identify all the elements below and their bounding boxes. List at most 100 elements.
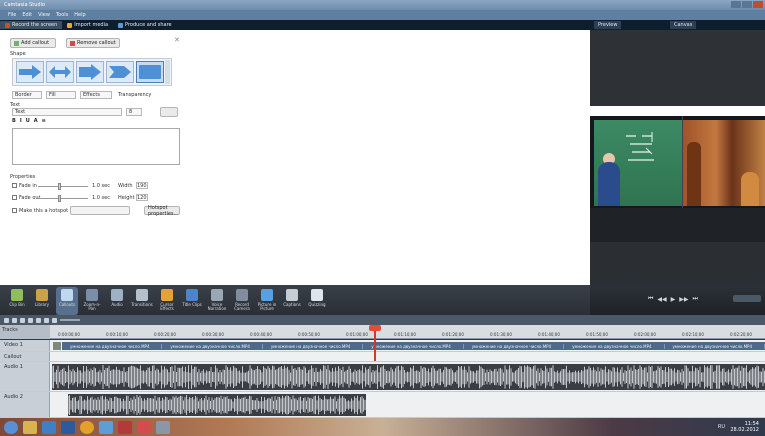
timeline-ruler[interactable]: Tracks 0:00:00;00 0:00:10;00 0:00:20;00 0:0…	[0, 325, 765, 339]
recorder-icon[interactable]	[137, 420, 151, 434]
hotspot-properties-button[interactable]: Hotspot properties...	[144, 205, 180, 217]
redo-icon[interactable]	[12, 317, 17, 323]
record-camera-icon	[236, 289, 248, 301]
font-color-button[interactable]: A	[34, 118, 38, 124]
audio2-track-header[interactable]: Audio 2	[0, 392, 50, 417]
effects-dropdown[interactable]: Effects	[80, 91, 112, 99]
menu-help[interactable]: Help	[74, 12, 85, 18]
menu-tools[interactable]: Tools	[56, 12, 68, 18]
video-track-header[interactable]: Video 1	[0, 340, 50, 351]
video-clip[interactable]: умножение на двузначное число.MP4 умножен…	[62, 342, 765, 350]
audio1-waveform[interactable]	[52, 364, 765, 390]
shape-double-arrow-icon[interactable]	[46, 61, 74, 83]
fade-out-knob[interactable]	[58, 195, 61, 202]
clip-thumbnail[interactable]	[53, 342, 61, 350]
underline-button[interactable]: U	[26, 118, 30, 124]
callout-track-header[interactable]: Callout	[0, 352, 50, 361]
audio1-track-header[interactable]: Audio 1	[0, 362, 50, 391]
previous-clip-icon[interactable]: ⏮	[648, 295, 653, 303]
fill-dropdown[interactable]: Fill	[46, 91, 76, 99]
clock[interactable]: 11:54 28.02.2012	[730, 421, 759, 433]
playhead[interactable]	[369, 325, 381, 361]
app-icon[interactable]	[99, 420, 113, 434]
tool-captions[interactable]: Captions	[281, 287, 303, 315]
shape-arrow-right-icon[interactable]	[16, 61, 44, 83]
tool-zoom-n-pan[interactable]: Zoom-n-Pan	[81, 287, 103, 315]
tab-produce[interactable]: Produce and share	[113, 21, 177, 29]
shape-scrollbar[interactable]	[165, 60, 170, 84]
camtasia-icon[interactable]	[118, 420, 132, 434]
language-indicator[interactable]: RU	[718, 424, 725, 430]
callout-text-input[interactable]	[12, 128, 180, 165]
hotspot-checkbox[interactable]	[12, 208, 17, 213]
tab-canvas[interactable]: Canvas	[670, 21, 697, 29]
height-field[interactable]: 120	[136, 194, 148, 201]
menu-edit[interactable]: Edit	[22, 12, 32, 18]
cut-icon[interactable]	[20, 317, 25, 323]
fade-in-slider[interactable]	[38, 183, 88, 190]
chrome-icon[interactable]	[80, 420, 94, 434]
forward-icon[interactable]: ▶▶	[679, 296, 688, 303]
align-button[interactable]: ≡	[42, 118, 46, 124]
hotspot-field[interactable]	[70, 206, 130, 215]
fade-in-checkbox[interactable]	[12, 183, 17, 188]
fade-out-value: 1.0 sec	[92, 195, 110, 201]
media-icon[interactable]	[61, 420, 75, 434]
next-clip-icon[interactable]: ⏭	[693, 295, 698, 303]
fade-out-slider[interactable]	[38, 195, 88, 202]
tool-label: Picture in Picture	[257, 302, 277, 311]
shape-chevron-icon[interactable]	[106, 61, 134, 83]
tool-record-camera[interactable]: Record Camera	[231, 287, 253, 315]
minimize-button[interactable]	[731, 1, 741, 8]
tool-picture-in-picture[interactable]: Picture in Picture	[256, 287, 278, 315]
tool-transitions[interactable]: Transitions	[131, 287, 153, 315]
tool-callouts[interactable]: Callouts	[56, 287, 78, 315]
close-panel-icon[interactable]: ✕	[174, 36, 180, 44]
font-dropdown[interactable]: Text	[12, 108, 122, 116]
zoom-slider[interactable]	[60, 319, 80, 321]
ruler-tick: 0:01:10;00	[394, 332, 416, 337]
tool-clip-bin[interactable]: Clip Bin	[6, 287, 28, 315]
tool-label: Audio	[111, 302, 123, 307]
play-icon[interactable]: ▶	[671, 296, 676, 303]
audio2-waveform[interactable]	[68, 394, 366, 416]
rewind-icon[interactable]: ◀◀	[657, 296, 666, 303]
tool-quizzing[interactable]: Quizzing	[306, 287, 328, 315]
menu-file[interactable]: File	[8, 12, 16, 18]
undo-icon[interactable]	[4, 317, 9, 323]
explorer-icon[interactable]	[23, 420, 37, 434]
tab-import[interactable]: Import media	[62, 21, 113, 29]
tool-title-clips[interactable]: Title Clips	[181, 287, 203, 315]
close-button[interactable]	[753, 1, 763, 8]
fade-in-knob[interactable]	[58, 183, 61, 190]
tool-cursor-effects[interactable]: Cursor Effects	[156, 287, 178, 315]
folder-icon[interactable]	[156, 420, 170, 434]
paste-icon[interactable]	[44, 317, 49, 323]
menu-view[interactable]: View	[38, 12, 50, 18]
shape-rectangle-icon[interactable]	[136, 61, 164, 83]
ie-icon[interactable]	[42, 420, 56, 434]
width-field[interactable]: 190	[136, 182, 148, 189]
tab-preview[interactable]: Preview	[594, 21, 622, 29]
split-icon[interactable]	[28, 317, 33, 323]
quizzing-icon	[311, 289, 323, 301]
zoom-icon[interactable]	[52, 317, 57, 323]
fade-out-checkbox[interactable]	[12, 195, 17, 200]
tracks-header[interactable]: Tracks	[0, 325, 50, 339]
italic-button[interactable]: I	[20, 118, 22, 124]
text-color-button[interactable]	[160, 107, 178, 117]
tool-library[interactable]: Library	[31, 287, 53, 315]
shape-fat-arrow-icon[interactable]	[76, 61, 104, 83]
tool-voice-narration[interactable]: Voice Narration	[206, 287, 228, 315]
tool-audio[interactable]: Audio	[106, 287, 128, 315]
start-button-icon[interactable]	[4, 420, 18, 434]
remove-callout-button[interactable]: Remove callout	[66, 38, 120, 48]
tab-record[interactable]: Record the screen	[0, 21, 63, 29]
copy-icon[interactable]	[36, 317, 41, 323]
add-callout-button[interactable]: Add callout	[10, 38, 56, 48]
border-dropdown[interactable]: Border	[12, 91, 42, 99]
font-size-dropdown[interactable]: 8	[126, 108, 142, 116]
maximize-button[interactable]	[742, 1, 752, 8]
bold-button[interactable]: B	[12, 118, 16, 124]
video-preview[interactable]	[590, 116, 765, 242]
